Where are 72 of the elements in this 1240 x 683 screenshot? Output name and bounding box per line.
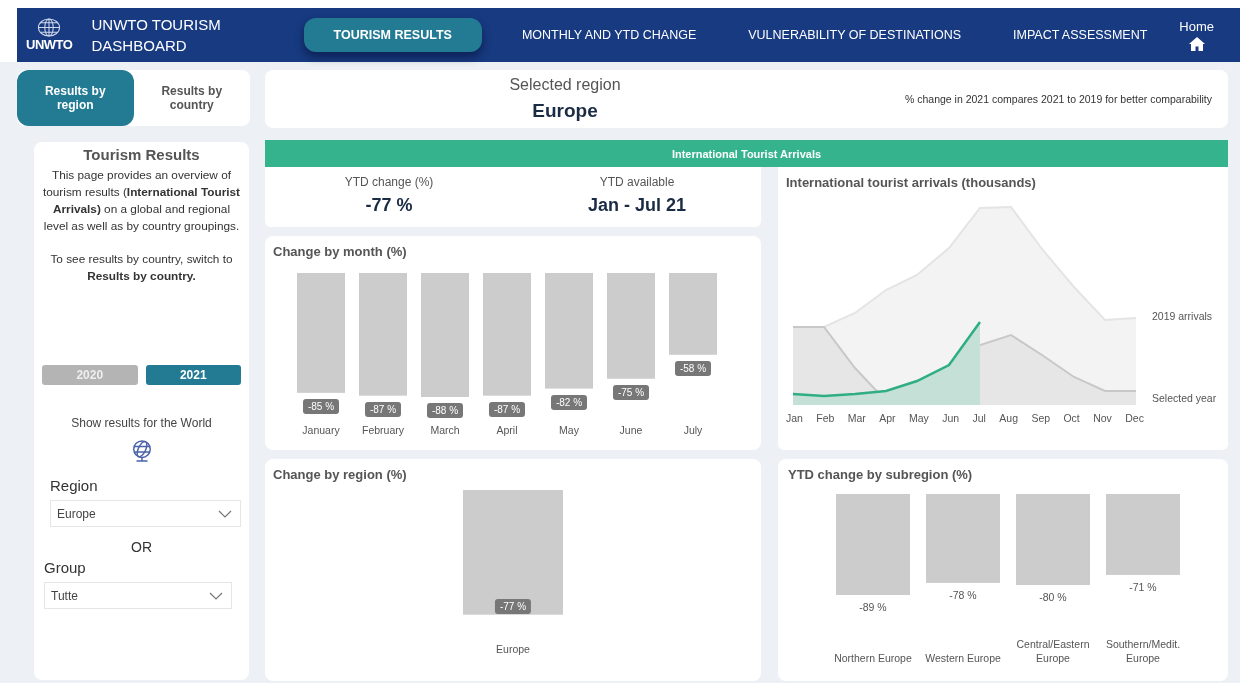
year-button[interactable]: 2021 — [145, 365, 241, 385]
axis-label: Mar — [847, 412, 866, 424]
axis-label: Dec — [1125, 412, 1144, 424]
nav-tab[interactable]: TOURISM RESULTS — [303, 18, 482, 52]
panel-title: Tourism Results — [83, 146, 200, 163]
kpi-label: YTD available — [599, 175, 675, 189]
group-dropdown[interactable]: Tutte — [44, 582, 232, 609]
kpi-value: -77 % — [365, 195, 413, 216]
category-label: Northern Europe — [833, 651, 913, 665]
axis-label: Jan — [786, 412, 803, 424]
category-label: May — [559, 424, 579, 436]
value-label: -71 % — [1129, 580, 1157, 593]
category-label: Central/Eastern Europe — [1015, 637, 1091, 665]
world-link[interactable]: Show results for the World — [65, 415, 218, 431]
category-label: January — [302, 424, 340, 436]
globe-icon[interactable] — [130, 439, 153, 463]
nav-tab[interactable]: IMPACT ASSESSMENT — [987, 18, 1174, 52]
value-label: -87 % — [488, 401, 526, 417]
category-label: June — [619, 424, 643, 436]
axis-label: Jul — [972, 412, 986, 424]
chart-title: International tourist arrivals (thousands) — [786, 175, 1037, 190]
description-text: To see results by country, switch to Results by country. — [49, 251, 234, 285]
value-label: -75 % — [612, 384, 650, 400]
axis-label: Jun — [942, 412, 960, 424]
value-label: -88 % — [426, 403, 464, 419]
chevron-down-icon — [218, 509, 232, 518]
category-label: April — [496, 424, 518, 436]
selected-region-label: Selected region — [509, 76, 621, 94]
value-label: -89 % — [859, 601, 887, 614]
series-label: 2019 arrivals — [1152, 310, 1214, 322]
category-label: Southern/Medit. Europe — [1104, 637, 1182, 665]
value-label: -78 % — [949, 588, 977, 601]
axis-label: Aug — [999, 412, 1018, 424]
view-toggle-button[interactable]: Results by region — [17, 70, 134, 126]
axis-label: Sep — [1031, 412, 1051, 424]
value-label: -80 % — [1039, 591, 1067, 604]
or-text: OR — [131, 539, 152, 555]
chart-title: Change by region (%) — [273, 467, 408, 482]
selected-region-value: Europe — [532, 100, 598, 122]
axis-label: Feb — [816, 412, 835, 424]
value-label: -85 % — [302, 398, 340, 414]
region-dropdown[interactable]: Europe — [50, 500, 241, 527]
section-title: International Tourist Arrivals — [671, 147, 822, 160]
filter-label: Group — [44, 559, 87, 576]
logo-text: UNWTO — [26, 37, 73, 52]
value-label: -87 % — [364, 401, 402, 417]
chevron-down-icon — [209, 591, 223, 600]
category-label: March — [430, 424, 460, 436]
comparison-note: % change in 2021 compares 2021 to 2019 for better comparability — [904, 93, 1212, 105]
chart-title: YTD change by subregion (%) — [788, 467, 974, 482]
nav-tab[interactable]: VULNERABILITY OF DESTINATIONS — [722, 18, 987, 52]
series-label: Selected year — [1152, 392, 1217, 404]
axis-label: May — [908, 412, 929, 424]
globe-icon — [36, 18, 63, 37]
axis-label: Nov — [1093, 412, 1112, 424]
category-label: February — [362, 424, 404, 436]
value-label: -58 % — [674, 360, 712, 376]
category-label: Europe — [496, 642, 530, 655]
value-label: -82 % — [550, 394, 588, 410]
filter-label: Region — [50, 477, 99, 494]
description-text: This page provides an overview of tourism results (International Tourist Arrivals) on a global and regional level as well as by country groupings. — [42, 167, 241, 235]
category-label: Western Europe — [924, 651, 1002, 665]
chart-title: Change by month (%) — [273, 244, 408, 259]
kpi-label: YTD change (%) — [344, 175, 434, 189]
home-icon — [1188, 37, 1205, 51]
category-label: July — [683, 424, 703, 436]
home-button[interactable]: Home — [1173, 18, 1220, 52]
axis-label: Oct — [1063, 412, 1080, 424]
nav-tab[interactable]: MONTHLY AND YTD CHANGE — [495, 18, 723, 52]
kpi-value: Jan - Jul 21 — [587, 195, 686, 216]
app-title: UNWTO TOURISM DASHBOARD — [91, 15, 222, 56]
axis-label: Apr — [879, 412, 896, 424]
